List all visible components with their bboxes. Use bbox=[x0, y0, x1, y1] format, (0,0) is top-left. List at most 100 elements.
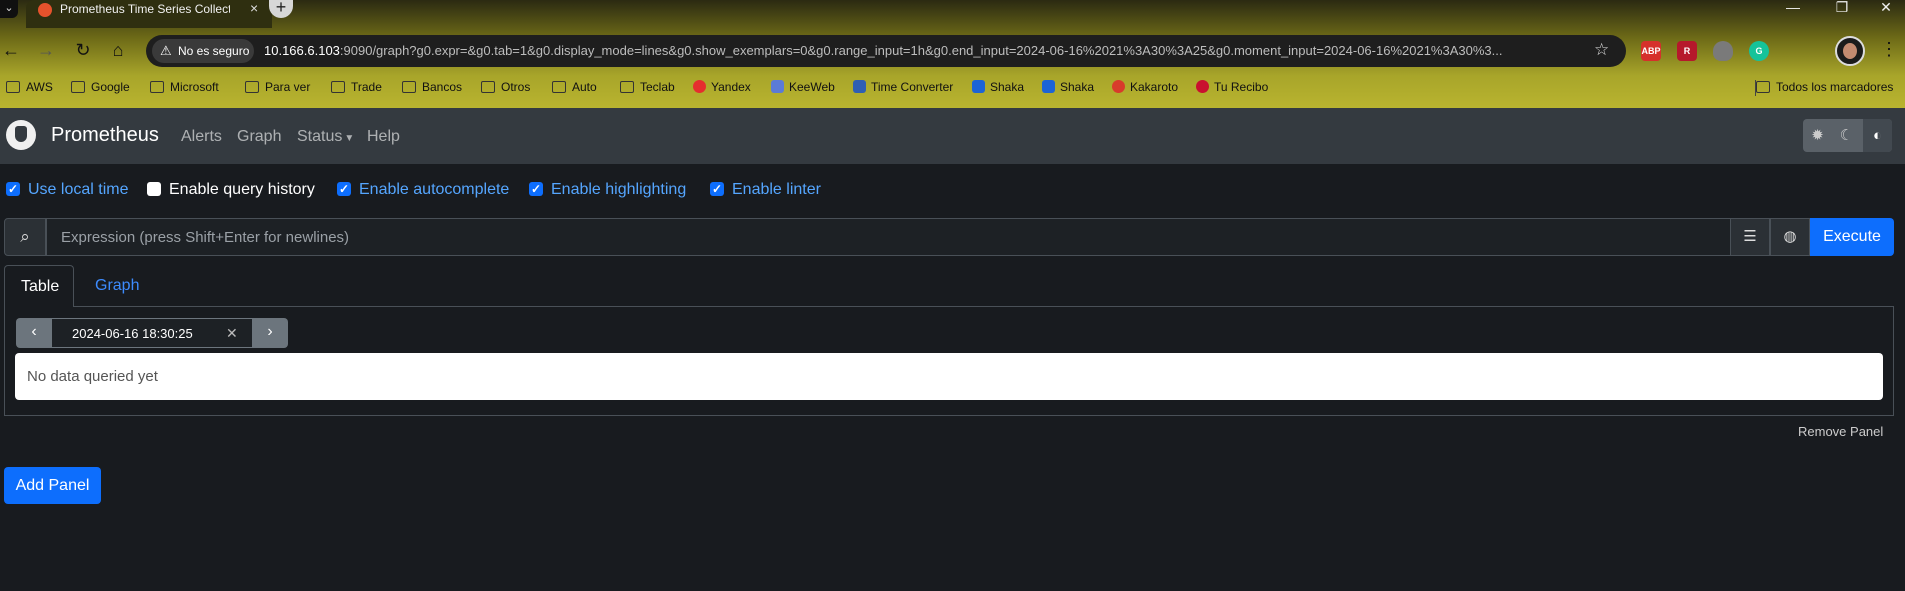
shaka-icon bbox=[972, 80, 985, 93]
nav-alerts[interactable]: Alerts bbox=[181, 128, 222, 146]
enable-autocomplete-checkbox[interactable]: Enable autocomplete bbox=[337, 179, 509, 200]
dark-theme-icon[interactable]: ☾ bbox=[1832, 119, 1861, 152]
light-theme-icon[interactable]: ✹ bbox=[1803, 119, 1832, 152]
folder-icon bbox=[150, 81, 164, 93]
evaluation-time-control: ‹ 2024-06-16 18:30:25 ✕ › bbox=[16, 318, 288, 348]
tab-table[interactable]: Table bbox=[4, 265, 74, 307]
url-host: 10.166.6.103 bbox=[264, 43, 340, 58]
chevron-right-icon[interactable]: › bbox=[252, 318, 288, 348]
forward-icon[interactable]: → bbox=[35, 40, 57, 62]
bookmark-folder[interactable]: Bancos bbox=[402, 76, 462, 98]
bookmark-folder[interactable]: Auto bbox=[552, 76, 597, 98]
address-bar[interactable]: ⚠ No es seguro 10.166.6.103:9090/graph?g… bbox=[146, 35, 1626, 67]
expression-input[interactable] bbox=[46, 218, 1735, 256]
bookmarks-divider bbox=[1755, 80, 1756, 96]
new-tab-icon[interactable]: + bbox=[269, 0, 293, 18]
bookmark-folder[interactable]: Google bbox=[71, 76, 130, 98]
folder-icon bbox=[552, 81, 566, 93]
bookmark-folder[interactable]: Microsoft bbox=[150, 76, 219, 98]
browser-tab[interactable]: Prometheus Time Series Collect × bbox=[26, 0, 272, 28]
reload-icon[interactable]: ↻ bbox=[72, 40, 94, 62]
evaluation-time-input[interactable]: 2024-06-16 18:30:25 bbox=[52, 318, 252, 348]
time-converter-icon bbox=[853, 80, 866, 93]
enable-query-history-checkbox[interactable]: Enable query history bbox=[147, 180, 315, 200]
bookmark-folder[interactable]: Otros bbox=[481, 76, 530, 98]
security-label: No es seguro bbox=[178, 44, 250, 58]
nav-help[interactable]: Help bbox=[367, 128, 400, 146]
checkbox-checked-icon bbox=[710, 179, 724, 199]
use-local-time-checkbox[interactable]: Use local time bbox=[6, 179, 128, 200]
keeweb-icon bbox=[771, 80, 784, 93]
tab-search-icon[interactable]: ⌄ bbox=[0, 0, 18, 18]
adblock-extension-icon[interactable]: ABP bbox=[1641, 41, 1661, 61]
panel-body: ‹ 2024-06-16 18:30:25 ✕ › No data querie… bbox=[4, 306, 1894, 416]
bookmark-folder[interactable]: Trade bbox=[331, 76, 382, 98]
tab-close-icon[interactable]: × bbox=[250, 0, 258, 16]
auto-theme-icon[interactable]: ◐ bbox=[1863, 119, 1892, 152]
bookmark-link[interactable]: Time Converter bbox=[853, 76, 953, 98]
url-path: :9090/graph?g0.expr=&g0.tab=1&g0.display… bbox=[339, 43, 1503, 58]
enable-highlighting-checkbox[interactable]: Enable highlighting bbox=[529, 179, 686, 200]
extensions-puzzle-icon[interactable] bbox=[1786, 41, 1806, 61]
folder-icon bbox=[620, 81, 634, 93]
prometheus-logo-icon[interactable] bbox=[6, 120, 36, 150]
nav-graph[interactable]: Graph bbox=[237, 128, 281, 146]
prometheus-favicon-icon bbox=[38, 3, 52, 17]
close-window-icon[interactable]: ✕ bbox=[1866, 0, 1905, 18]
minimize-icon[interactable]: — bbox=[1773, 0, 1813, 18]
security-chip[interactable]: ⚠ No es seguro bbox=[152, 39, 254, 63]
search-icon: ⌕ bbox=[4, 218, 46, 256]
checkbox-checked-icon bbox=[529, 179, 543, 199]
folder-icon bbox=[402, 81, 416, 93]
all-bookmarks[interactable]: Todos los marcadores bbox=[1756, 76, 1893, 98]
clear-time-icon[interactable]: ✕ bbox=[226, 325, 238, 342]
top-navbar: Prometheus Alerts Graph Status ▼ Help bbox=[0, 108, 1905, 164]
nav-status[interactable]: Status ▼ bbox=[297, 128, 354, 146]
grammarly-extension-icon[interactable]: G bbox=[1749, 41, 1769, 61]
bookmark-folder[interactable]: Teclab bbox=[620, 76, 675, 98]
bookmark-link[interactable]: Yandex bbox=[693, 76, 751, 98]
bookmark-link[interactable]: Kakaroto bbox=[1112, 76, 1178, 98]
bookmark-link[interactable]: KeeWeb bbox=[771, 76, 835, 98]
tab-strip: ⌄ Prometheus Time Series Collect × + — ❐… bbox=[0, 0, 1905, 28]
brand-title[interactable]: Prometheus bbox=[51, 124, 159, 147]
shield-extension-icon[interactable] bbox=[1713, 41, 1733, 61]
bookmark-link[interactable]: Tu Recibo bbox=[1196, 76, 1268, 98]
add-panel-button[interactable]: Add Panel bbox=[4, 467, 101, 504]
bookmark-folder[interactable]: Para ver bbox=[245, 76, 310, 98]
url-text[interactable]: 10.166.6.103:9090/graph?g0.expr=&g0.tab=… bbox=[264, 43, 1594, 58]
caret-down-icon: ▼ bbox=[344, 133, 355, 144]
execute-button[interactable]: Execute bbox=[1810, 218, 1894, 256]
restore-icon[interactable]: ❐ bbox=[1822, 0, 1862, 18]
checkbox-unchecked-icon bbox=[147, 182, 161, 196]
bookmark-folder[interactable]: AWS bbox=[6, 76, 53, 98]
format-expression-icon[interactable]: ☰ bbox=[1730, 218, 1770, 256]
remove-panel-link[interactable]: Remove Panel bbox=[1798, 424, 1883, 439]
folder-icon bbox=[6, 81, 20, 93]
checkbox-checked-icon bbox=[6, 179, 20, 199]
metrics-explorer-icon[interactable]: ◍ bbox=[1770, 218, 1810, 256]
nav-status-label: Status bbox=[297, 128, 343, 145]
chevron-left-icon[interactable]: ‹ bbox=[16, 318, 52, 348]
profile-avatar[interactable] bbox=[1835, 36, 1865, 66]
browser-toolbar: ← → ↻ ⌂ ⚠ No es seguro 10.166.6.103:9090… bbox=[0, 33, 1905, 67]
folder-icon bbox=[245, 81, 259, 93]
browser-menu-icon[interactable]: ⋮ bbox=[1880, 39, 1898, 60]
kakaroto-icon bbox=[1112, 80, 1125, 93]
expression-bar: ⌕ ☰ ◍ Execute bbox=[4, 218, 1894, 256]
home-icon[interactable]: ⌂ bbox=[107, 40, 129, 62]
tab-title: Prometheus Time Series Collect bbox=[60, 2, 230, 16]
extension-r-icon[interactable]: R bbox=[1677, 41, 1697, 61]
bookmark-link[interactable]: Shaka bbox=[972, 76, 1024, 98]
query-options: Use local time Enable query history Enab… bbox=[0, 179, 1905, 202]
bookmark-star-icon[interactable]: ☆ bbox=[1594, 40, 1609, 60]
tab-graph[interactable]: Graph bbox=[79, 265, 155, 307]
folder-icon bbox=[71, 81, 85, 93]
shaka-icon bbox=[1042, 80, 1055, 93]
bookmark-link[interactable]: Shaka bbox=[1042, 76, 1094, 98]
enable-linter-checkbox[interactable]: Enable linter bbox=[710, 179, 821, 200]
warning-icon: ⚠ bbox=[160, 43, 172, 58]
back-icon[interactable]: ← bbox=[0, 40, 22, 62]
checkbox-checked-icon bbox=[337, 179, 351, 199]
no-data-message: No data queried yet bbox=[15, 353, 1883, 400]
